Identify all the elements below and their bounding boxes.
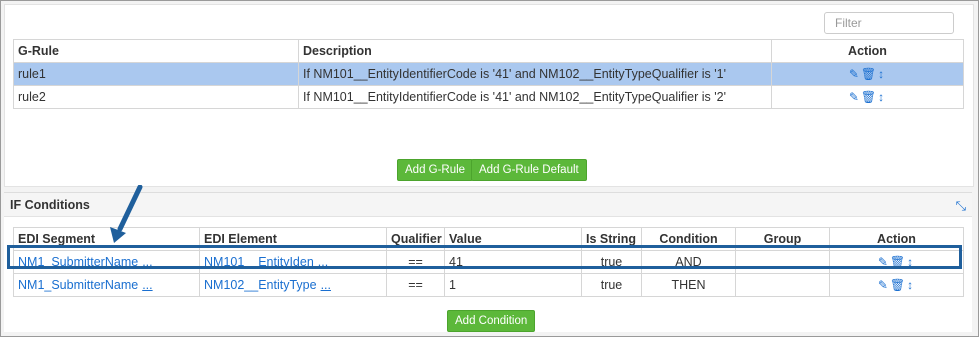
column-header-grule[interactable]: G-Rule [13, 39, 299, 63]
qualifier-cell[interactable]: == [386, 273, 445, 297]
pencil-icon[interactable]: ✎ [878, 278, 890, 292]
column-header-edi-segment[interactable]: EDI Segment [13, 227, 200, 251]
qualifier-cell[interactable]: == [386, 250, 445, 274]
pencil-icon[interactable]: ✎ [878, 255, 890, 269]
column-header-value[interactable]: Value [444, 227, 582, 251]
grule-header-row: G-Rule Description Action [13, 39, 964, 63]
value-cell[interactable]: 1 [444, 273, 582, 297]
group-cell[interactable] [735, 273, 830, 297]
edi-element-link[interactable]: NM102__EntityType [204, 278, 317, 292]
row-actions: ✎🗑↕ [829, 250, 964, 274]
edi-segment-cell: NM1_SubmitterName... [13, 250, 200, 274]
edi-element-more-link[interactable]: ... [321, 278, 331, 292]
grule-name[interactable]: rule1 [13, 62, 299, 86]
column-header-action: Action [771, 39, 964, 63]
value-cell[interactable]: 41 [444, 250, 582, 274]
grule-description[interactable]: If NM101__EntityIdentifierCode is '41' a… [298, 85, 772, 109]
table-row[interactable]: rule2 If NM101__EntityIdentifierCode is … [13, 85, 964, 109]
edi-segment-link[interactable]: NM1_SubmitterName [18, 278, 138, 292]
conditions-table: EDI Segment EDI Element Qualifier Value … [13, 227, 964, 297]
edi-element-more-link[interactable]: ... [318, 255, 328, 269]
edi-segment-link[interactable]: NM1_SubmitterName [18, 255, 138, 269]
edi-element-cell: NM102__EntityType... [199, 273, 387, 297]
add-grule-default-button[interactable]: Add G-Rule Default [471, 159, 587, 181]
table-row[interactable]: rule1 If NM101__EntityIdentifierCode is … [13, 62, 964, 86]
edi-element-link[interactable]: NM101__EntityIden [204, 255, 314, 269]
column-header-is-string[interactable]: Is String [581, 227, 642, 251]
conditions-header-row: EDI Segment EDI Element Qualifier Value … [13, 227, 964, 251]
pencil-icon[interactable]: ✎ [849, 90, 861, 104]
if-conditions-header: IF Conditions ⤡ [4, 192, 972, 217]
grule-name[interactable]: rule2 [13, 85, 299, 109]
is-string-cell[interactable]: true [581, 250, 642, 274]
add-condition-button[interactable]: Add Condition [447, 310, 536, 332]
trash-icon[interactable]: 🗑 [861, 90, 878, 104]
section-title: IF Conditions [10, 198, 90, 212]
row-actions: ✎🗑↕ [771, 62, 964, 86]
column-header-action: Action [829, 227, 964, 251]
group-cell[interactable] [735, 250, 830, 274]
add-grule-button[interactable]: Add G-Rule [397, 159, 474, 181]
grule-table: G-Rule Description Action rule1 If NM101… [13, 39, 964, 109]
column-header-group[interactable]: Group [735, 227, 830, 251]
column-header-edi-element[interactable]: EDI Element [199, 227, 387, 251]
arrows-vertical-icon[interactable]: ↕ [878, 67, 886, 81]
edi-segment-more-link[interactable]: ... [142, 278, 152, 292]
column-header-condition[interactable]: Condition [641, 227, 736, 251]
edi-segment-more-link[interactable]: ... [142, 255, 152, 269]
trash-icon[interactable]: 🗑 [861, 67, 878, 81]
condition-cell[interactable]: AND [641, 250, 736, 274]
column-header-description[interactable]: Description [298, 39, 772, 63]
row-actions: ✎🗑↕ [771, 85, 964, 109]
column-header-qualifier[interactable]: Qualifier [386, 227, 445, 251]
pin-icon[interactable]: ⤡ [956, 198, 966, 214]
arrows-vertical-icon[interactable]: ↕ [878, 90, 886, 104]
trash-icon[interactable]: 🗑 [890, 255, 907, 269]
edi-segment-cell: NM1_SubmitterName... [13, 273, 200, 297]
table-row[interactable]: NM1_SubmitterName... NM101__EntityIden..… [13, 250, 964, 274]
is-string-cell[interactable]: true [581, 273, 642, 297]
filter-input[interactable] [824, 12, 954, 34]
trash-icon[interactable]: 🗑 [890, 278, 907, 292]
pencil-icon[interactable]: ✎ [849, 67, 861, 81]
table-row[interactable]: NM1_SubmitterName... NM102__EntityType..… [13, 273, 964, 297]
condition-cell[interactable]: THEN [641, 273, 736, 297]
arrows-vertical-icon[interactable]: ↕ [907, 278, 915, 292]
row-actions: ✎🗑↕ [829, 273, 964, 297]
arrows-vertical-icon[interactable]: ↕ [907, 255, 915, 269]
edi-element-cell: NM101__EntityIden... [199, 250, 387, 274]
grule-description[interactable]: If NM101__EntityIdentifierCode is '41' a… [298, 62, 772, 86]
